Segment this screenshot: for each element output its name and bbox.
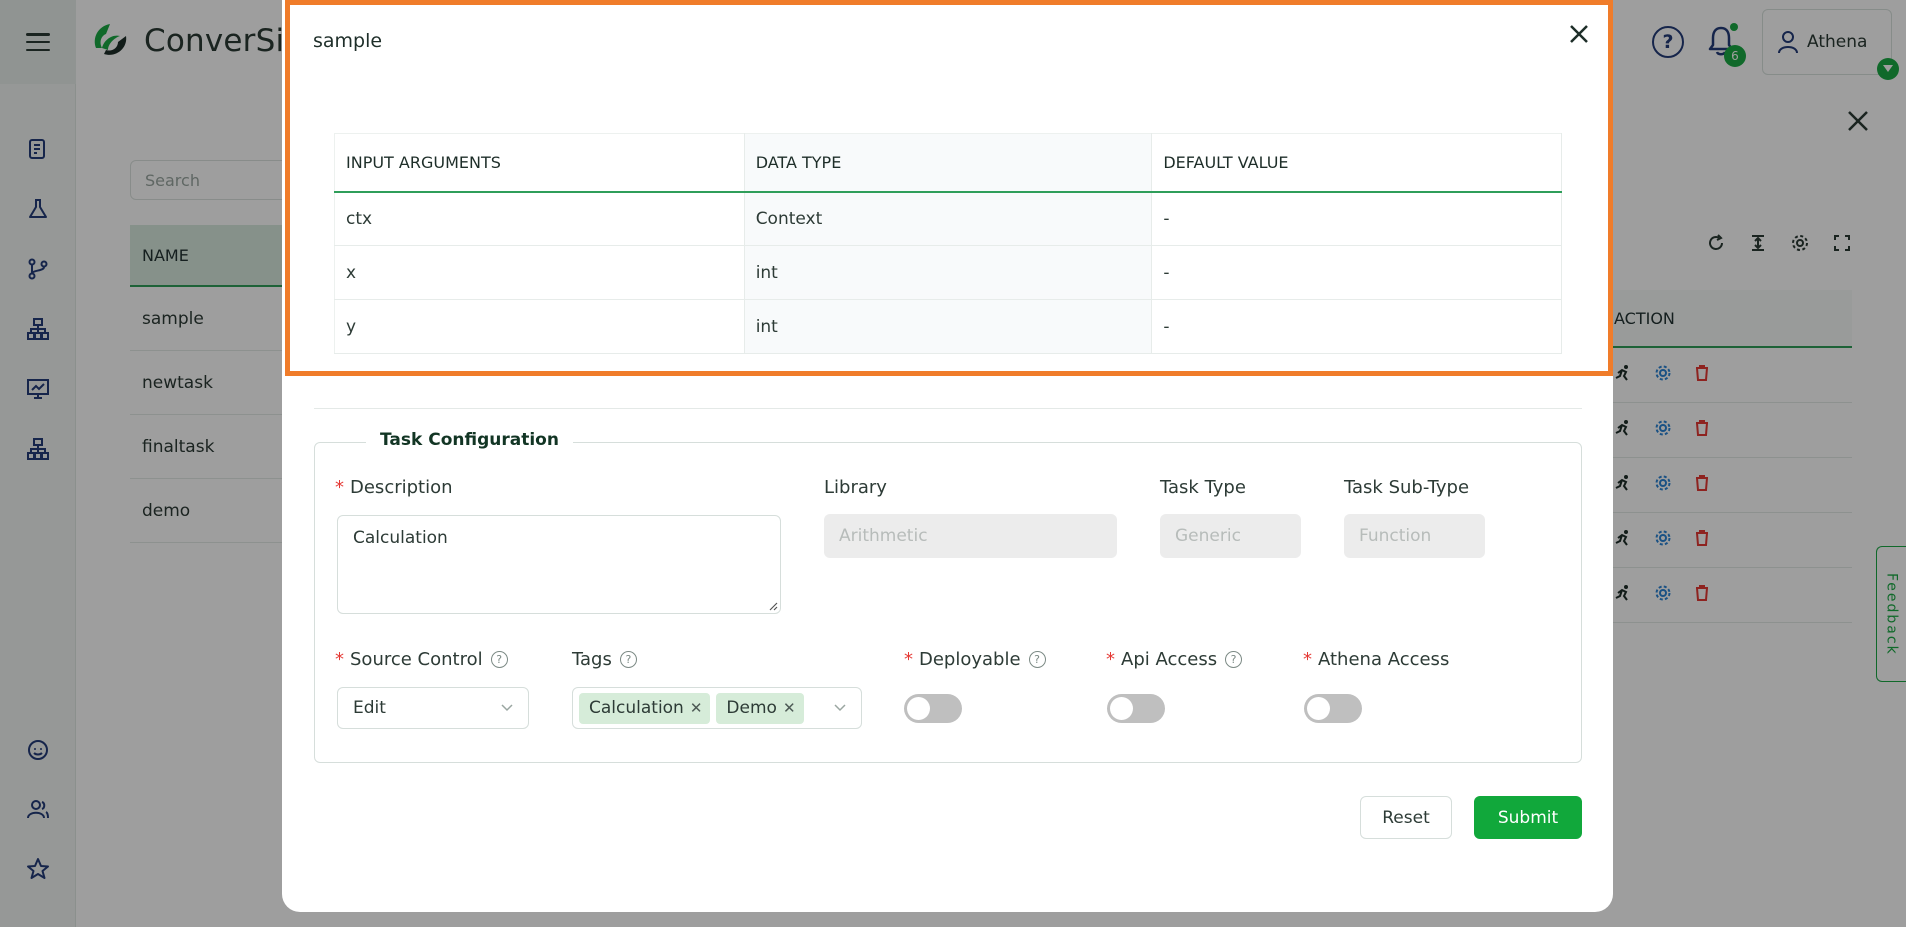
tags-select[interactable]: Calculation ✕ Demo ✕ [572,687,862,729]
argument-type: int [744,245,1153,300]
task-type-label: Task Type [1160,477,1246,498]
close-icon [1570,25,1588,43]
api-access-label: * Api Access? [1106,649,1243,670]
description-value: Calculation [353,528,448,548]
source-control-label: * Source Control? [335,649,508,670]
column-header-default-value: DEFAULT VALUE [1151,133,1562,193]
table-row: ctx Context - [334,191,1562,246]
tags-label: Tags? [572,649,637,670]
task-subtype-input: Function [1344,514,1485,558]
required-mark: * [904,649,913,670]
modal-close-button[interactable] [1567,22,1591,46]
required-mark: * [335,477,344,498]
deployable-toggle[interactable] [904,694,962,723]
argument-name: x [334,245,745,300]
argument-name: y [334,299,745,354]
library-label: Library [824,477,887,498]
tag-remove-icon[interactable]: ✕ [690,699,703,717]
tag-chip: Calculation ✕ [579,692,711,724]
submit-button[interactable]: Submit [1474,796,1582,839]
column-header-input-arguments: INPUT ARGUMENTS [334,133,745,193]
help-icon[interactable]: ? [490,651,508,668]
help-icon[interactable]: ? [1028,651,1046,668]
input-arguments-table: INPUT ARGUMENTS DATA TYPE DEFAULT VALUE … [334,133,1562,354]
table-row: x int - [334,245,1562,300]
library-input: Arithmetic [824,514,1117,558]
help-icon[interactable]: ? [619,651,637,668]
section-divider [314,408,1582,409]
task-type-input: Generic [1160,514,1301,558]
tag-remove-icon[interactable]: ✕ [783,699,796,717]
resize-grip-icon[interactable] [768,601,778,611]
reset-button[interactable]: Reset [1360,796,1452,839]
description-label: * Description [335,477,453,498]
description-textarea[interactable]: Calculation [337,515,781,614]
tag-chip: Demo ✕ [716,692,804,724]
column-header-data-type: DATA TYPE [744,133,1153,193]
argument-type: Context [744,191,1153,246]
source-control-select[interactable]: Edit [337,687,529,729]
modal-title: sample [313,30,383,52]
athena-access-label: * Athena Access [1303,649,1450,670]
help-icon[interactable]: ? [1225,651,1243,668]
required-mark: * [1106,649,1115,670]
chevron-down-icon [834,704,846,712]
argument-default: - [1151,245,1562,300]
source-control-value: Edit [353,698,386,718]
argument-name: ctx [334,191,745,246]
table-row: y int - [334,299,1562,354]
required-mark: * [1303,649,1312,670]
task-subtype-label: Task Sub-Type [1344,477,1470,498]
deployable-label: * Deployable? [904,649,1046,670]
required-mark: * [335,649,344,670]
tag-label: Demo [726,698,777,718]
athena-access-toggle[interactable] [1304,694,1362,723]
tag-label: Calculation [589,698,684,718]
argument-default: - [1151,299,1562,354]
chevron-down-icon [501,704,513,712]
argument-type: int [744,299,1153,354]
api-access-toggle[interactable] [1107,694,1165,723]
task-configuration-legend: Task Configuration [366,430,573,450]
argument-default: - [1151,191,1562,246]
